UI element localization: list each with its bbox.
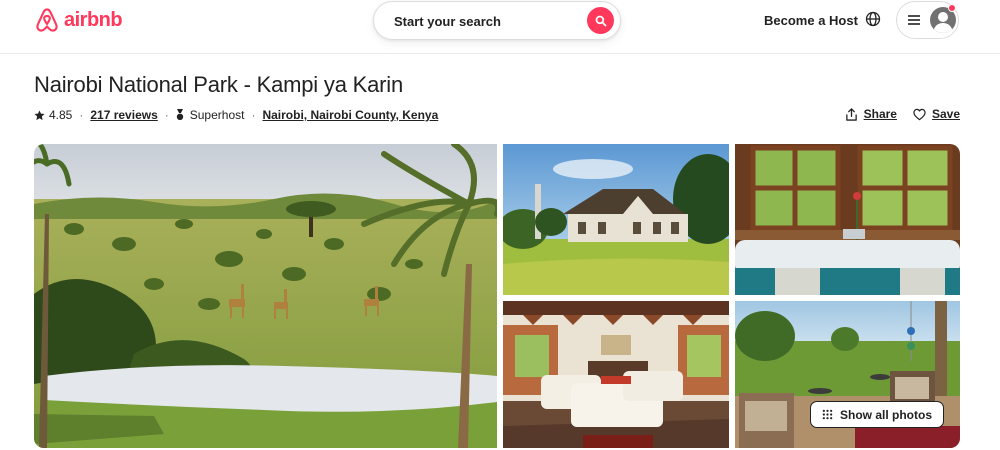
search-button[interactable] bbox=[587, 7, 614, 34]
listing-actions: Share Save bbox=[845, 107, 960, 121]
share-icon bbox=[845, 107, 857, 121]
superhost-badge: Superhost bbox=[189, 108, 245, 122]
hamburger-icon bbox=[908, 15, 920, 25]
separator-dot: · bbox=[79, 108, 84, 122]
show-all-photos-button[interactable]: Show all photos bbox=[810, 401, 944, 428]
show-all-photos-label: Show all photos bbox=[840, 407, 932, 422]
become-a-host-link[interactable]: Become a Host bbox=[764, 13, 858, 28]
rating-value: 4.85 bbox=[49, 108, 73, 122]
separator-dot: · bbox=[164, 108, 169, 122]
location-link[interactable]: Nairobi, Nairobi County, Kenya bbox=[262, 108, 438, 122]
notification-dot bbox=[948, 4, 956, 12]
share-button[interactable]: Share bbox=[845, 107, 897, 121]
bathtub-window-photo[interactable] bbox=[735, 144, 960, 295]
logo-wordmark: airbnb bbox=[64, 8, 123, 31]
user-menu-button[interactable] bbox=[896, 1, 959, 39]
heart-icon bbox=[913, 108, 926, 120]
share-label: Share bbox=[863, 107, 897, 121]
grid-dots-icon bbox=[822, 409, 833, 420]
language-button[interactable] bbox=[864, 10, 882, 28]
lodge-house-photo[interactable] bbox=[503, 144, 729, 295]
search-placeholder: Start your search bbox=[394, 14, 501, 29]
living-room-photo[interactable] bbox=[503, 301, 729, 448]
globe-icon bbox=[865, 11, 881, 27]
separator-dot: · bbox=[251, 108, 256, 122]
save-button[interactable]: Save bbox=[913, 107, 960, 121]
airbnb-logo[interactable]: airbnb bbox=[34, 7, 123, 33]
reviews-link[interactable]: 217 reviews bbox=[90, 108, 157, 122]
superhost-medal-icon bbox=[176, 109, 183, 120]
savanna-waterhole-photo[interactable] bbox=[34, 144, 497, 448]
search-icon bbox=[595, 15, 606, 26]
listing-meta: 4.85 · 217 reviews · Superhost · Nairobi… bbox=[34, 107, 438, 123]
listing-title: Nairobi National Park - Kampi ya Karin bbox=[34, 72, 403, 97]
search-bar[interactable]: Start your search bbox=[373, 1, 621, 40]
save-label: Save bbox=[931, 107, 960, 121]
star-icon bbox=[34, 109, 45, 120]
top-navigation-bar: airbnb Start your search Become a Host bbox=[0, 0, 1000, 54]
airbnb-logo-icon bbox=[36, 8, 58, 32]
